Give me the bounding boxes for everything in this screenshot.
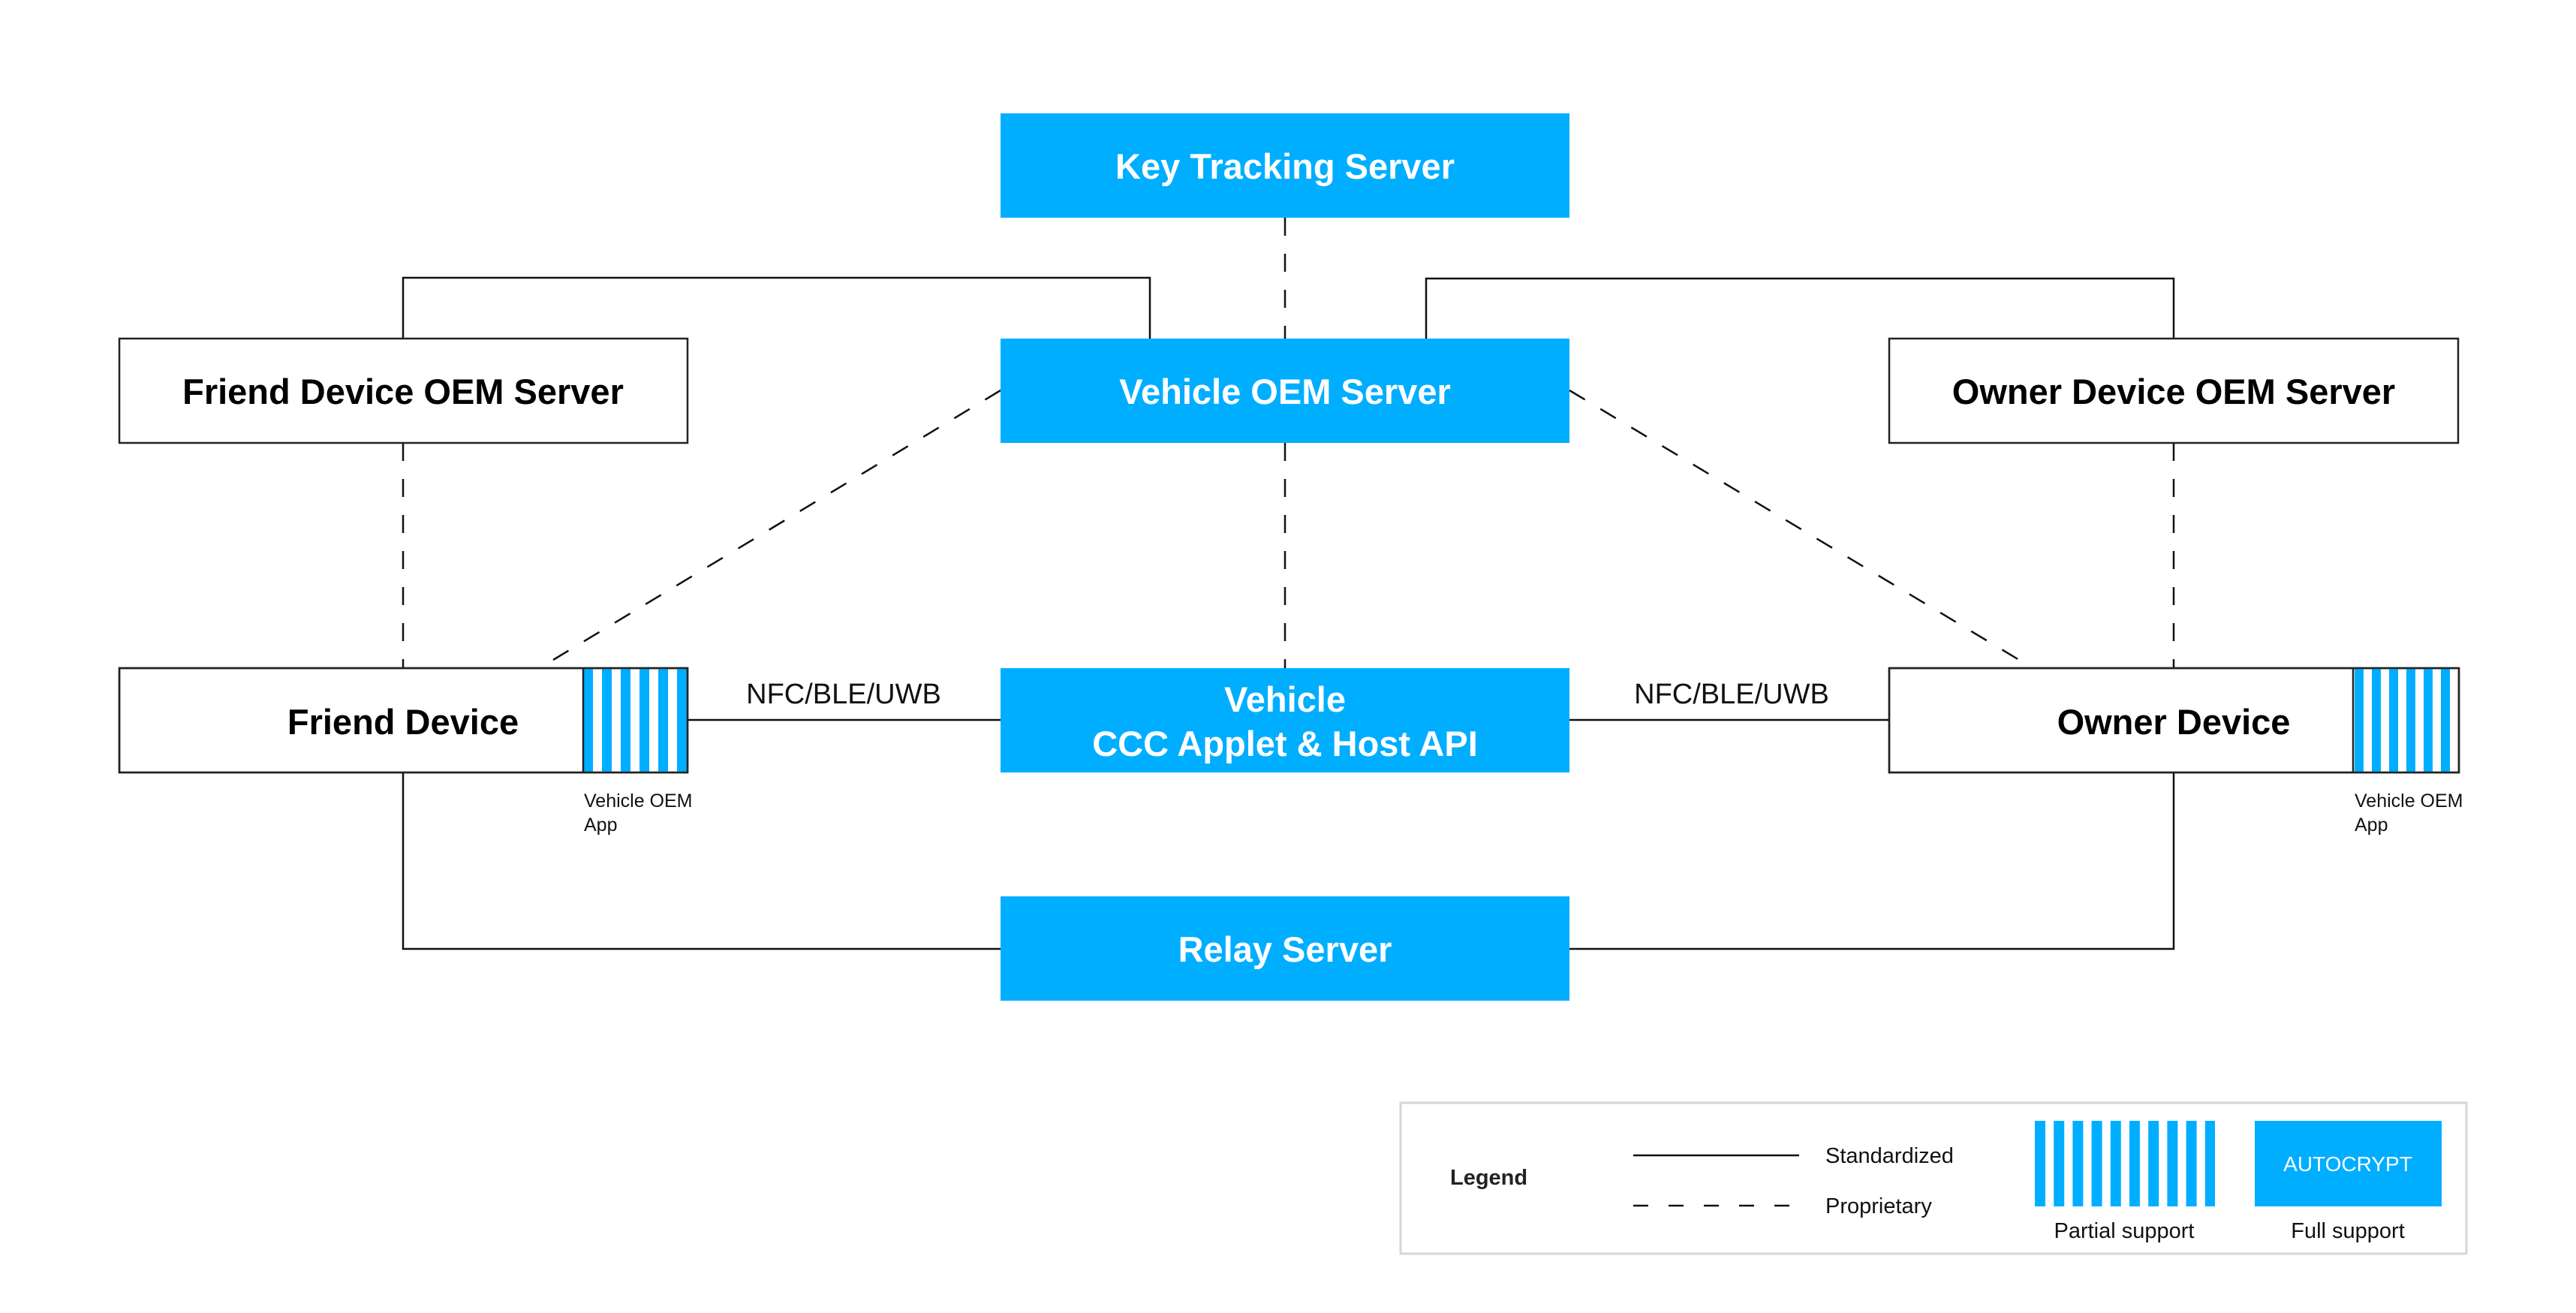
node-owner-device: Owner Device Vehicle OEM App	[1888, 667, 2463, 836]
legend-full-support-badge: AUTOCRYPT	[2283, 1152, 2412, 1176]
edge-friend-device-to-relay	[402, 772, 1001, 950]
vehicle-oem-server-label: Vehicle OEM Server	[1119, 372, 1451, 411]
architecture-diagram: Key Tracking Server Vehicle OEM Server F…	[118, 113, 2468, 1255]
vehicle-ccc-label-line2: CCC Applet & Host API	[1092, 724, 1478, 763]
owner-device-app-label-line1: Vehicle OEM	[2355, 791, 2463, 812]
vehicle-ccc-label-line1: Vehicle	[1224, 679, 1346, 719]
friend-device-app-label-line1: Vehicle OEM	[584, 791, 693, 812]
legend-partial-support-swatch	[2035, 1121, 2215, 1206]
friend-device-app-partial-support	[583, 669, 688, 772]
owner-device-app-partial-support	[2354, 669, 2459, 772]
legend-full-support-label: Full support	[2291, 1219, 2405, 1243]
legend: Legend Standardized Proprietary Partial …	[1399, 1101, 2468, 1255]
friend-device-oem-server-label: Friend Device OEM Server	[182, 372, 624, 411]
node-owner-device-oem-server: Owner Device OEM Server	[1888, 337, 2460, 444]
friend-device-label: Friend Device	[287, 702, 519, 742]
owner-device-app-label-line2: App	[2355, 815, 2388, 836]
node-vehicle-ccc-applet: Vehicle CCC Applet & Host API	[1001, 668, 1569, 772]
legend-title: Legend	[1450, 1166, 1527, 1190]
node-key-tracking-server: Key Tracking Server	[1001, 113, 1569, 218]
connectors	[402, 218, 2175, 950]
node-relay-server: Relay Server	[1001, 896, 1569, 1001]
friend-device-app-label-line2: App	[584, 815, 617, 836]
node-vehicle-oem-server: Vehicle OEM Server	[1001, 339, 1569, 443]
edge-owner-oem-to-vehicle-oem	[1425, 277, 2175, 339]
node-friend-device: Friend Device Vehicle OEM App	[118, 667, 693, 836]
node-friend-device-oem-server: Friend Device OEM Server	[118, 337, 689, 444]
legend-partial-support-label: Partial support	[2054, 1219, 2195, 1243]
legend-standardized-label: Standardized	[1825, 1144, 1954, 1168]
edge-label-friend-ccc: NFC/BLE/UWB	[746, 679, 941, 710]
legend-proprietary-label: Proprietary	[1825, 1194, 1932, 1218]
edge-label-ccc-owner: NFC/BLE/UWB	[1634, 679, 1829, 710]
owner-device-label: Owner Device	[2057, 702, 2291, 742]
key-tracking-server-label: Key Tracking Server	[1115, 146, 1455, 186]
relay-server-label: Relay Server	[1178, 929, 1392, 969]
edge-owner-device-to-relay	[1569, 772, 2175, 950]
edge-friend-oem-to-vehicle-oem	[402, 276, 1151, 339]
owner-device-oem-server-label: Owner Device OEM Server	[1952, 372, 2395, 411]
